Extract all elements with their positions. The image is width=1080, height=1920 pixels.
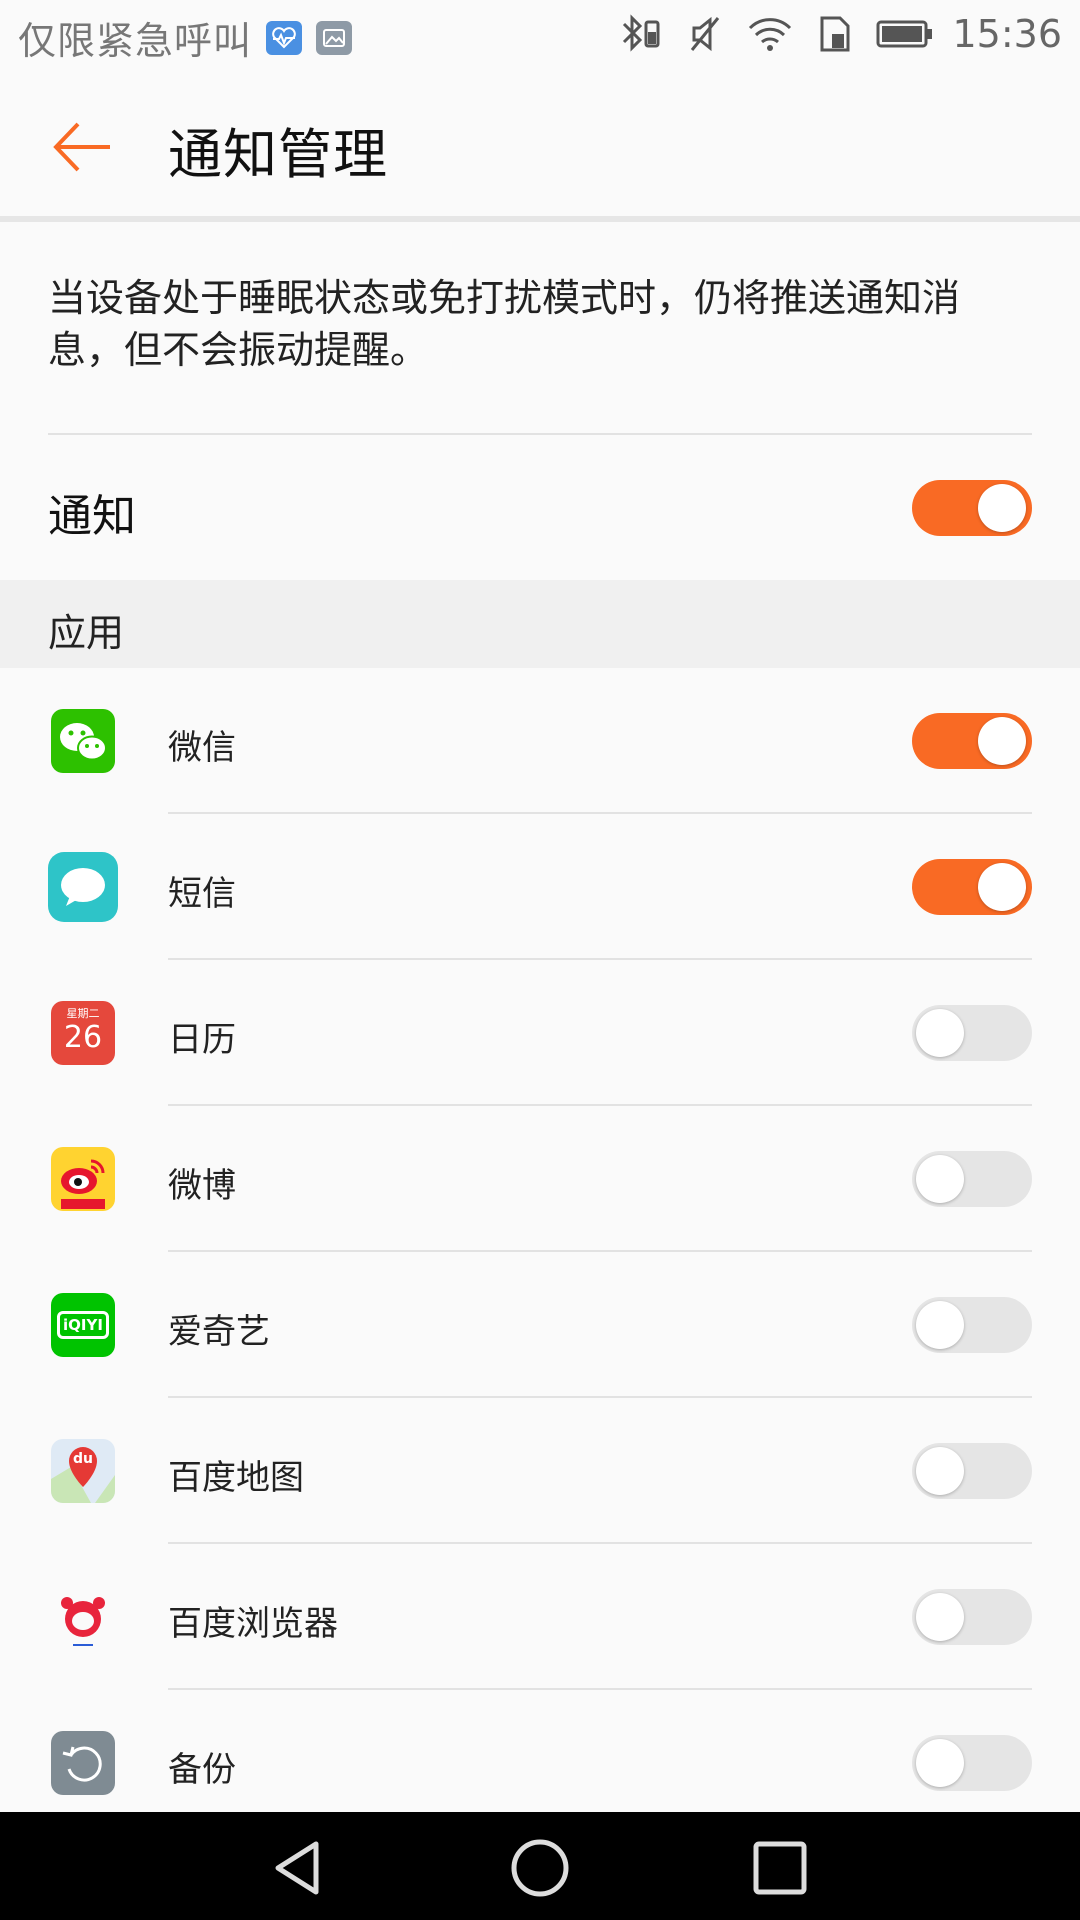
toggle-knob: [916, 1009, 964, 1057]
nav-back-button[interactable]: [268, 1836, 332, 1900]
baidu-browser-toggle[interactable]: [912, 1589, 1032, 1645]
baidu-map-toggle[interactable]: [912, 1443, 1032, 1499]
toggle-knob: [916, 1739, 964, 1787]
list-item-calendar[interactable]: 星期二 26 日历: [0, 960, 1080, 1106]
baidu-map-icon: du: [51, 1439, 115, 1503]
health-app-icon: [266, 20, 303, 55]
bluetooth-icon: [620, 14, 664, 54]
sim-card-icon: [818, 14, 852, 54]
app-label: 短信: [168, 874, 236, 914]
divider: [48, 433, 1032, 435]
description-text: 当设备处于睡眠状态或免打扰模式时，仍将推送通知消息，但不会振动提醒。: [48, 276, 961, 372]
baidu-browser-icon: [51, 1585, 115, 1649]
calendar-day: 26: [63, 1020, 103, 1055]
list-item-iqiyi[interactable]: iQIYI 爱奇艺: [0, 1252, 1080, 1398]
wechat-toggle[interactable]: [912, 713, 1032, 769]
calendar-toggle[interactable]: [912, 1005, 1032, 1061]
toggle-knob: [978, 717, 1026, 765]
nav-home-icon: [511, 1839, 569, 1897]
section-title: 应用: [48, 611, 125, 655]
app-bar: 通知管理: [0, 72, 1080, 222]
wechat-icon: [51, 709, 115, 773]
backup-icon: [51, 1731, 115, 1795]
toggle-knob: [978, 484, 1026, 532]
app-label: 百度浏览器: [168, 1604, 338, 1644]
baidu-map-logo-text: du: [73, 1451, 93, 1467]
list-item-wechat[interactable]: 微信: [0, 668, 1080, 814]
toggle-knob: [916, 1155, 964, 1203]
battery-icon: [876, 18, 934, 50]
messages-toggle[interactable]: [912, 859, 1032, 915]
app-label: 备份: [168, 1750, 236, 1790]
iqiyi-icon: iQIYI: [51, 1293, 115, 1357]
weibo-icon: [51, 1147, 115, 1211]
toggle-knob: [916, 1301, 964, 1349]
app-label: 爱奇艺: [168, 1312, 270, 1352]
toggle-knob: [916, 1593, 964, 1641]
toggle-knob: [978, 863, 1026, 911]
carrier-text: 仅限紧急呼叫: [18, 19, 253, 63]
nav-recents-button[interactable]: [748, 1836, 812, 1900]
notification-master-row[interactable]: 通知: [0, 436, 1080, 580]
status-bar: 仅限紧急呼叫 15:36: [0, 0, 1080, 72]
section-header: 应用: [0, 580, 1080, 668]
nav-back-icon: [275, 1841, 319, 1895]
messages-icon: [48, 852, 118, 922]
gallery-icon: [316, 20, 353, 55]
app-label: 百度地图: [168, 1458, 304, 1498]
arrow-left-icon: [53, 122, 110, 172]
app-list: 微信 短信 星期二 26 日历 微博 iQIYI 爱奇艺 du 百度地图 百度浏…: [0, 668, 1080, 1836]
calendar-weekday: 星期二: [66, 1007, 100, 1020]
backup-toggle[interactable]: [912, 1735, 1032, 1791]
nav-home-button[interactable]: [508, 1836, 572, 1900]
weibo-toggle[interactable]: [912, 1151, 1032, 1207]
iqiyi-logo-text: iQIYI: [57, 1311, 109, 1339]
page-title: 通知管理: [168, 123, 388, 186]
back-button[interactable]: [48, 112, 118, 182]
app-label: 微博: [168, 1166, 236, 1206]
notification-label: 通知: [48, 491, 136, 542]
clock: 15:36: [952, 12, 1062, 56]
app-label: 日历: [168, 1020, 236, 1060]
list-item-weibo[interactable]: 微博: [0, 1106, 1080, 1252]
calendar-icon: 星期二 26: [51, 1001, 115, 1065]
mute-icon: [688, 14, 722, 54]
list-item-baidu-browser[interactable]: 百度浏览器: [0, 1544, 1080, 1690]
wifi-icon: [746, 14, 794, 54]
list-item-messages[interactable]: 短信: [0, 814, 1080, 960]
toggle-knob: [916, 1447, 964, 1495]
app-label: 微信: [168, 728, 236, 768]
list-item-baidu-map[interactable]: du 百度地图: [0, 1398, 1080, 1544]
nav-recents-icon: [753, 1841, 807, 1895]
notification-master-toggle[interactable]: [912, 480, 1032, 536]
iqiyi-toggle[interactable]: [912, 1297, 1032, 1353]
navigation-bar: [0, 1812, 1080, 1920]
